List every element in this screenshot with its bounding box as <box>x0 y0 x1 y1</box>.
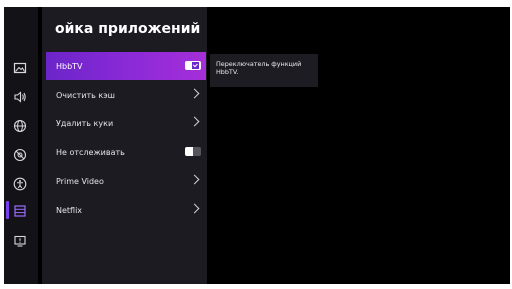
menu-item-clear-cache[interactable]: Очистить кэш <box>46 81 206 109</box>
settings-category-rail <box>4 7 38 284</box>
globe-icon[interactable] <box>10 116 30 136</box>
menu-item-label: HbbTV <box>56 61 83 71</box>
device-info-icon[interactable] <box>10 231 30 251</box>
menu-item-hbbtv[interactable]: HbbTV <box>46 52 206 80</box>
picture-icon[interactable] <box>10 58 30 78</box>
menu-item-label: Удалить куки <box>56 118 114 128</box>
chevron-right-icon <box>189 116 200 127</box>
chevron-right-icon <box>189 174 200 185</box>
toggle-track <box>193 147 201 156</box>
menu-item-label: Очистить кэш <box>56 90 115 100</box>
sound-icon[interactable] <box>10 87 30 107</box>
menu-item-netflix[interactable]: Netflix <box>46 196 206 224</box>
menu-item-label: Не отслеживать <box>56 147 125 157</box>
toggle-knob <box>185 147 193 156</box>
accessibility-icon[interactable] <box>10 174 30 194</box>
chevron-right-icon <box>189 88 200 99</box>
chevron-right-icon <box>189 203 200 214</box>
menu-item-label: Netflix <box>56 205 83 215</box>
menu-item-delete-cookies[interactable]: Удалить куки <box>46 109 206 137</box>
active-category-indicator <box>6 201 9 219</box>
menu-item-do-not-track[interactable]: Не отслеживать <box>46 138 206 166</box>
menu-item-prime-video[interactable]: Prime Video <box>46 167 206 195</box>
checkmark-icon <box>192 62 199 69</box>
app-settings-panel: ойка приложений HbbTV Очистить кэш Удали… <box>42 7 207 284</box>
menu-item-label: Prime Video <box>56 176 104 186</box>
hbbtv-toggle[interactable] <box>185 61 201 70</box>
privacy-icon[interactable] <box>10 145 30 165</box>
help-tooltip: Переключатель функций HbbTV. <box>210 54 318 87</box>
do-not-track-toggle[interactable] <box>185 147 201 156</box>
tv-screen: ойка приложений HbbTV Очистить кэш Удали… <box>4 7 510 284</box>
page-title: ойка приложений <box>55 21 201 37</box>
app-settings-icon[interactable] <box>10 201 30 221</box>
